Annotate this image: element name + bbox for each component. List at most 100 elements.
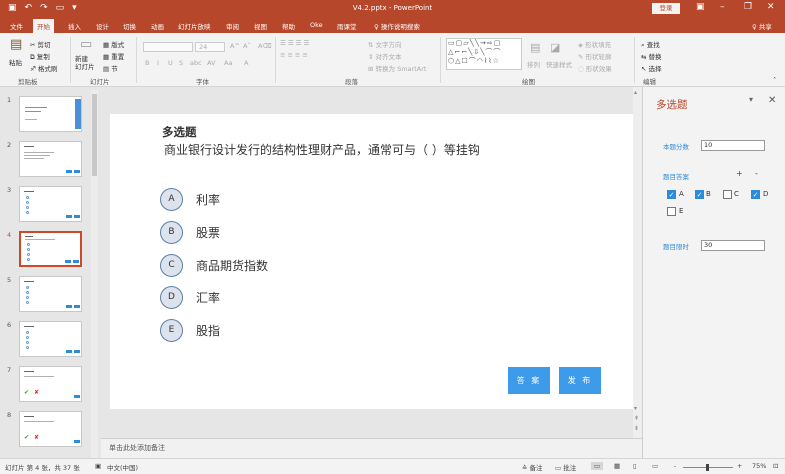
- scrollbar-thumb[interactable]: [92, 94, 97, 176]
- align-text-button[interactable]: ⇕ 对齐文本: [368, 51, 402, 61]
- time-limit-input[interactable]: 30: [701, 240, 765, 251]
- font-name-box[interactable]: [143, 42, 193, 52]
- arrange-icon[interactable]: ▤: [530, 41, 540, 54]
- slide-canvas[interactable]: 多选题 商业银行设计发行的结构性理财产品，通常可与（ ）等挂钩 A 利率 B 股…: [110, 114, 634, 409]
- font-size-box[interactable]: 24: [195, 42, 225, 52]
- slide-thumbnail[interactable]: [19, 186, 82, 222]
- reset-button[interactable]: ▦ 重置: [103, 51, 124, 61]
- tab-rain-classroom[interactable]: 雨课堂: [337, 21, 357, 31]
- shape-outline-button[interactable]: ✎ 形状轮廓: [578, 51, 612, 61]
- slide-thumbnail[interactable]: [19, 276, 82, 312]
- new-slide-button[interactable]: 新建 幻灯片: [75, 55, 95, 71]
- login-button[interactable]: 登录: [652, 3, 680, 14]
- tab-transitions[interactable]: 切换: [123, 21, 136, 31]
- layout-button[interactable]: ▦ 版式: [103, 39, 124, 49]
- tab-design[interactable]: 设计: [96, 21, 109, 31]
- scroll-up-icon[interactable]: ▴: [634, 89, 637, 96]
- answer-button[interactable]: 答 案: [508, 367, 550, 394]
- pane-options-icon[interactable]: ▾: [749, 95, 753, 104]
- remove-option-button[interactable]: -: [755, 169, 758, 178]
- shapes-gallery[interactable]: ▭▢▱╲╲→⇨▢ △⌐⌐╲⇩╲⌒⌒ ⬡△☐⌒◠⌇⌇☆: [446, 38, 522, 70]
- restore-icon[interactable]: ❐: [744, 2, 752, 12]
- tell-me-search[interactable]: ♀ 操作说明搜索: [374, 21, 420, 31]
- change-case-button[interactable]: Aa: [224, 59, 232, 67]
- underline-button[interactable]: U: [168, 59, 173, 67]
- editor-scrollbar[interactable]: ▴ ▾ ⇞ ⇟: [633, 87, 642, 438]
- publish-button[interactable]: 发 布: [559, 367, 601, 394]
- paste-button[interactable]: 粘贴: [9, 57, 22, 67]
- spellcheck-icon[interactable]: ▣: [95, 462, 101, 470]
- answer-checkbox-b[interactable]: ✓: [695, 190, 704, 199]
- replace-button[interactable]: ⇆ 替换: [641, 51, 662, 61]
- slide-thumbnail[interactable]: ✔ ✘: [19, 411, 82, 447]
- next-slide-icon[interactable]: ⇟: [634, 425, 639, 432]
- collapse-ribbon-icon[interactable]: ˄: [773, 76, 776, 84]
- notes-pane[interactable]: 单击此处添加备注: [101, 438, 642, 458]
- tab-file[interactable]: 文件: [10, 21, 23, 31]
- slide-thumbnail-selected[interactable]: [19, 231, 82, 267]
- minimize-icon[interactable]: –: [720, 2, 725, 12]
- select-button[interactable]: ↖ 选择: [641, 63, 662, 73]
- language-indicator[interactable]: 中文(中国): [107, 462, 138, 472]
- find-button[interactable]: ⌕ 查找: [641, 39, 660, 50]
- text-direction-button[interactable]: ⇅ 文字方向: [368, 39, 402, 49]
- zoom-slider-handle[interactable]: [706, 464, 709, 471]
- scroll-down-icon[interactable]: ▾: [634, 405, 637, 412]
- strikethrough-button[interactable]: abc: [190, 59, 202, 67]
- notes-toggle[interactable]: ≙ 备注: [522, 462, 543, 472]
- normal-view-icon[interactable]: ▭: [591, 462, 604, 470]
- tab-insert[interactable]: 插入: [68, 21, 81, 31]
- thumbnails-scrollbar[interactable]: [91, 90, 98, 458]
- zoom-in-button[interactable]: +: [737, 462, 742, 470]
- slide-thumbnail[interactable]: ✔ ✘: [19, 366, 82, 402]
- previous-slide-icon[interactable]: ⇞: [634, 415, 639, 422]
- shrink-font-icon[interactable]: Aˇ: [243, 42, 251, 50]
- score-input[interactable]: 10: [701, 140, 765, 151]
- section-button[interactable]: ▤ 节: [103, 63, 118, 73]
- grow-font-icon[interactable]: A^: [230, 42, 240, 50]
- zoom-out-button[interactable]: -: [674, 462, 676, 470]
- alignment-icon[interactable]: ≡≡≡≡: [280, 51, 310, 59]
- format-painter-button[interactable]: ♐ 格式刷: [30, 63, 57, 73]
- new-slide-icon[interactable]: ▭: [80, 37, 92, 52]
- reading-view-icon[interactable]: ▯: [633, 462, 637, 470]
- tab-oke[interactable]: Oke: [310, 21, 323, 29]
- clear-formatting-icon[interactable]: A⌫: [258, 42, 272, 50]
- shadow-button[interactable]: S: [179, 59, 183, 67]
- tab-home[interactable]: 开始: [33, 19, 54, 33]
- slide-sorter-icon[interactable]: ▦: [614, 462, 620, 470]
- font-color-button[interactable]: A: [244, 59, 248, 67]
- italic-button[interactable]: I: [157, 59, 159, 67]
- ribbon-display-icon[interactable]: ▣: [696, 2, 705, 12]
- answer-checkbox-e[interactable]: [667, 207, 676, 216]
- slide-thumbnail[interactable]: [19, 141, 82, 177]
- arrange-button[interactable]: 排列: [527, 59, 540, 69]
- fit-to-window-icon[interactable]: ⊡: [773, 462, 778, 470]
- quick-styles-button[interactable]: 快速样式: [546, 59, 572, 69]
- tab-animations[interactable]: 动画: [151, 21, 164, 31]
- char-spacing-button[interactable]: AV: [207, 59, 215, 67]
- question-text[interactable]: 商业银行设计发行的结构性理财产品，通常可与（ ）等挂钩: [164, 141, 480, 158]
- bold-button[interactable]: B: [145, 59, 149, 67]
- add-option-button[interactable]: +: [736, 169, 743, 178]
- question-type-title[interactable]: 多选题: [162, 124, 197, 140]
- answer-checkbox-a[interactable]: ✓: [667, 190, 676, 199]
- copy-button[interactable]: ⧉ 复制: [30, 51, 50, 62]
- shape-fill-button[interactable]: ◈ 形状填充: [578, 39, 611, 49]
- quick-styles-icon[interactable]: ◪: [550, 41, 560, 54]
- smartart-button[interactable]: ⊞ 转换为 SmartArt: [368, 63, 426, 73]
- answer-checkbox-d[interactable]: ✓: [751, 190, 760, 199]
- zoom-level[interactable]: 75%: [752, 462, 766, 470]
- tab-help[interactable]: 帮助: [282, 21, 295, 31]
- slide-thumbnail[interactable]: [19, 96, 82, 132]
- tab-review[interactable]: 审阅: [226, 21, 239, 31]
- shape-effects-button[interactable]: ◌ 形状效果: [578, 63, 612, 73]
- answer-checkbox-c[interactable]: [723, 190, 732, 199]
- comments-toggle[interactable]: ▭ 批注: [555, 462, 576, 472]
- paste-icon[interactable]: ▤: [10, 37, 22, 52]
- slide-thumbnail[interactable]: [19, 321, 82, 357]
- tab-view[interactable]: 视图: [254, 21, 267, 31]
- bullets-icon[interactable]: ☰☰☰☰: [280, 39, 311, 47]
- pane-close-icon[interactable]: ✕: [768, 95, 776, 106]
- cut-button[interactable]: ✂ 剪切: [30, 39, 51, 49]
